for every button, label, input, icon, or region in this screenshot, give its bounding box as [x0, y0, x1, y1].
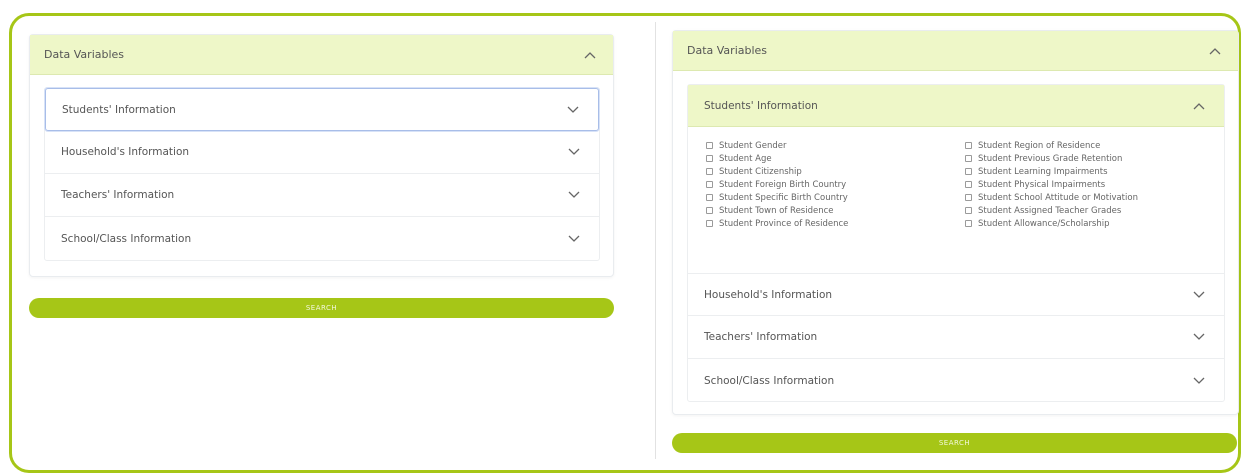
options-column-2: Student Region of Residence Student Prev… [965, 139, 1138, 230]
option-label: Student School Attitude or Motivation [978, 192, 1138, 203]
checkbox[interactable] [706, 181, 713, 188]
checkbox[interactable] [965, 181, 972, 188]
accordion-teachers-information[interactable]: Teachers' Information [688, 316, 1224, 359]
option-label: Student Assigned Teacher Grades [978, 205, 1122, 216]
option-label: Student Foreign Birth Country [719, 179, 847, 190]
chevron-down-icon[interactable] [1190, 286, 1208, 304]
variables-list: Students' Information Household's Inform… [44, 87, 600, 261]
data-variables-header[interactable]: Data Variables [673, 31, 1238, 71]
row-label: Teachers' Information [704, 331, 818, 343]
row-label: School/Class Information [61, 232, 192, 245]
search-button[interactable]: SEARCH [29, 298, 614, 318]
option-student-region-of-residence[interactable]: Student Region of Residence [965, 139, 1138, 152]
checkbox[interactable] [965, 207, 972, 214]
checkbox[interactable] [706, 207, 713, 214]
option-label: Student Province of Residence [719, 218, 849, 229]
row-label: Household's Information [704, 288, 833, 301]
option-student-specific-birth-country[interactable]: Student Specific Birth Country [706, 191, 848, 204]
checkbox[interactable] [706, 142, 713, 149]
option-student-gender[interactable]: Student Gender [706, 139, 848, 152]
checkbox[interactable] [965, 142, 972, 149]
data-variables-panel-expanded: Data Variables Students' Information Stu… [672, 30, 1239, 415]
option-student-learning-impairments[interactable]: Student Learning Impairments [965, 165, 1138, 178]
chevron-down-icon[interactable] [1190, 372, 1208, 390]
chevron-up-icon[interactable] [1190, 97, 1208, 115]
option-label: Student Age [719, 153, 772, 164]
row-label: Students' Information [704, 99, 818, 112]
chevron-up-icon[interactable] [1206, 42, 1224, 60]
option-student-foreign-birth-country[interactable]: Student Foreign Birth Country [706, 178, 848, 191]
option-student-citizenship[interactable]: Student Citizenship [706, 165, 848, 178]
checkbox[interactable] [706, 168, 713, 175]
option-label: Student Learning Impairments [978, 166, 1108, 177]
row-label: Household's Information [61, 146, 190, 158]
search-button[interactable]: SEARCH [672, 433, 1237, 453]
data-variables-panel-collapsed: Data Variables Students' Information Hou… [29, 34, 614, 277]
checkbox[interactable] [965, 155, 972, 162]
accordion-teachers-information[interactable]: Teachers' Information [45, 174, 599, 217]
accordion-household-information[interactable]: Household's Information [688, 273, 1224, 316]
option-student-age[interactable]: Student Age [706, 152, 848, 165]
checkbox[interactable] [706, 220, 713, 227]
option-label: Student Allowance/Scholarship [978, 218, 1110, 229]
checkbox[interactable] [965, 168, 972, 175]
option-label: Student Citizenship [719, 166, 802, 177]
option-student-previous-grade-retention[interactable]: Student Previous Grade Retention [965, 152, 1138, 165]
row-label: Teachers' Information [61, 189, 175, 201]
option-student-province-of-residence[interactable]: Student Province of Residence [706, 217, 848, 230]
chevron-up-icon[interactable] [581, 46, 599, 64]
row-label: School/Class Information [704, 374, 835, 387]
option-label: Student Town of Residence [719, 205, 834, 216]
option-student-school-attitude[interactable]: Student School Attitude or Motivation [965, 191, 1138, 204]
option-label: Student Region of Residence [978, 140, 1101, 151]
option-student-allowance-scholarship[interactable]: Student Allowance/Scholarship [965, 217, 1138, 230]
data-variables-header[interactable]: Data Variables [30, 35, 613, 75]
chevron-down-icon[interactable] [565, 230, 583, 248]
option-label: Student Physical Impairments [978, 179, 1106, 190]
accordion-school-class-information[interactable]: School/Class Information [688, 359, 1224, 402]
checkbox[interactable] [706, 155, 713, 162]
accordion-students-information[interactable]: Students' Information [45, 88, 599, 131]
option-student-physical-impairments[interactable]: Student Physical Impairments [965, 178, 1138, 191]
row-label: Students' Information [62, 103, 176, 116]
option-student-assigned-teacher-grades[interactable]: Student Assigned Teacher Grades [965, 204, 1138, 217]
panel-title: Data Variables [44, 48, 125, 61]
chevron-down-icon[interactable] [565, 143, 583, 161]
options-column-1: Student Gender Student Age Student Citiz… [706, 139, 848, 230]
accordion-students-information[interactable]: Students' Information [688, 85, 1224, 127]
chevron-down-icon[interactable] [564, 101, 582, 119]
checkbox[interactable] [965, 194, 972, 201]
option-label: Student Previous Grade Retention [978, 153, 1123, 164]
chevron-down-icon[interactable] [1190, 328, 1208, 346]
option-label: Student Gender [719, 140, 787, 151]
chevron-down-icon[interactable] [565, 186, 583, 204]
option-label: Student Specific Birth Country [719, 192, 848, 203]
accordion-school-class-information[interactable]: School/Class Information [45, 217, 599, 260]
panel-title: Data Variables [687, 44, 768, 57]
checkbox[interactable] [965, 220, 972, 227]
option-student-town-of-residence[interactable]: Student Town of Residence [706, 204, 848, 217]
panel-divider [655, 22, 656, 459]
checkbox[interactable] [706, 194, 713, 201]
accordion-household-information[interactable]: Household's Information [45, 131, 599, 174]
variables-list: Students' Information Student Gender Stu… [687, 84, 1225, 402]
